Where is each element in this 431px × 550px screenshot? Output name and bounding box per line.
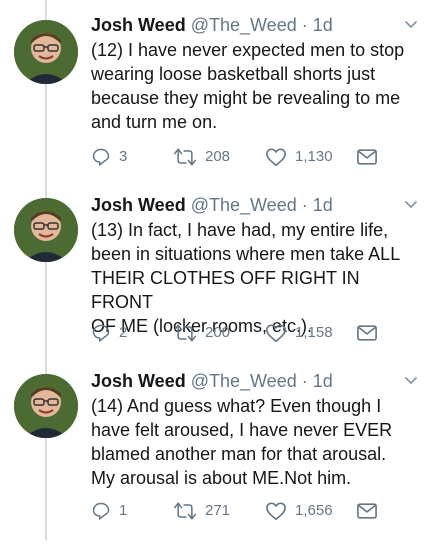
avatar[interactable] [14, 198, 78, 262]
timestamp[interactable]: 1d [313, 15, 333, 35]
author-handle[interactable]: @The_Weed [191, 15, 297, 35]
direct-message-icon [357, 325, 377, 341]
reply-icon [92, 324, 110, 342]
separator-dot: · [301, 195, 308, 215]
tweet-text-line: (12) I have never expected men to stop [91, 40, 405, 60]
like-button[interactable]: 1,656 [265, 500, 333, 522]
tweet-text-line: (14) And guess what? Even though I [91, 396, 382, 416]
tweet-text-line: My arousal is about ME.Not him. [91, 468, 352, 488]
retweet-icon [173, 502, 197, 520]
tweet-header: Josh Weed @The_Weed · 1d [91, 370, 333, 392]
tweet-text-line: have felt aroused, I have never EVER [91, 420, 393, 440]
direct-message-button[interactable] [357, 500, 377, 522]
author-name[interactable]: Josh Weed [91, 15, 186, 35]
tweet-text-line: blamed another man for that arousal. [91, 444, 387, 464]
tweet-text-line: (13) In fact, I have had, my entire life… [91, 220, 389, 240]
separator-dot: · [301, 15, 308, 35]
like-count: 1,158 [295, 324, 333, 341]
timestamp[interactable]: 1d [313, 371, 333, 391]
chevron-down-icon[interactable] [404, 20, 418, 30]
chevron-down-icon[interactable] [404, 200, 418, 210]
tweet[interactable]: Josh Weed @The_Weed · 1d (13) In fact, I… [0, 194, 431, 374]
reply-button[interactable]: 2 [91, 322, 127, 344]
tweet-actions: 1 271 1,656 [91, 500, 391, 522]
author-name[interactable]: Josh Weed [91, 195, 186, 215]
chevron-down-icon[interactable] [404, 376, 418, 386]
timestamp[interactable]: 1d [313, 195, 333, 215]
like-icon [266, 148, 286, 166]
retweet-button[interactable]: 200 [173, 322, 230, 344]
reply-count: 3 [119, 148, 128, 165]
like-icon [266, 324, 286, 342]
like-icon [266, 502, 286, 520]
tweet-actions: 3 208 1,130 [91, 146, 391, 168]
tweet-text-line: THEIR CLOTHES OFF RIGHT IN FRONT [91, 268, 360, 312]
avatar[interactable] [14, 20, 78, 84]
like-button[interactable]: 1,130 [265, 146, 333, 168]
direct-message-icon [357, 503, 377, 519]
tweet-text: (12) I have never expected men to stop w… [91, 38, 411, 134]
direct-message-button[interactable] [357, 322, 377, 344]
retweet-count: 208 [205, 148, 231, 165]
tweet-text-line: wearing loose basketball shorts just [91, 64, 376, 84]
tweet[interactable]: Josh Weed @The_Weed · 1d (14) And guess … [0, 370, 431, 550]
avatar[interactable] [14, 374, 78, 438]
retweet-button[interactable]: 208 [173, 146, 230, 168]
reply-button[interactable]: 3 [91, 146, 127, 168]
tweet-text-line: been in situations where men take ALL [91, 244, 401, 264]
tweet-text: (13) In fact, I have had, my entire life… [91, 218, 411, 338]
tweet-text-line: because they might be revealing to me [91, 88, 401, 108]
like-button[interactable]: 1,158 [265, 322, 333, 344]
tweet-actions: 2 200 1,158 [91, 322, 391, 344]
separator-dot: · [301, 371, 308, 391]
reply-count: 1 [119, 502, 128, 519]
tweet-text: (14) And guess what? Even though I have … [91, 394, 411, 490]
tweet-header: Josh Weed @The_Weed · 1d [91, 14, 333, 36]
retweet-icon [173, 148, 197, 166]
tweet-text-line: and turn me on. [91, 112, 218, 132]
direct-message-button[interactable] [357, 146, 377, 168]
like-count: 1,656 [295, 502, 333, 519]
direct-message-icon [357, 149, 377, 165]
author-handle[interactable]: @The_Weed [191, 371, 297, 391]
retweet-count: 271 [205, 502, 231, 519]
retweet-icon [173, 324, 197, 342]
tweet-header: Josh Weed @The_Weed · 1d [91, 194, 333, 216]
reply-icon [92, 502, 110, 520]
reply-icon [92, 148, 110, 166]
tweet[interactable]: Josh Weed @The_Weed · 1d (12) I have nev… [0, 14, 431, 194]
retweet-count: 200 [205, 324, 231, 341]
reply-button[interactable]: 1 [91, 500, 127, 522]
author-name[interactable]: Josh Weed [91, 371, 186, 391]
like-count: 1,130 [295, 148, 333, 165]
retweet-button[interactable]: 271 [173, 500, 230, 522]
reply-count: 2 [119, 324, 128, 341]
author-handle[interactable]: @The_Weed [191, 195, 297, 215]
